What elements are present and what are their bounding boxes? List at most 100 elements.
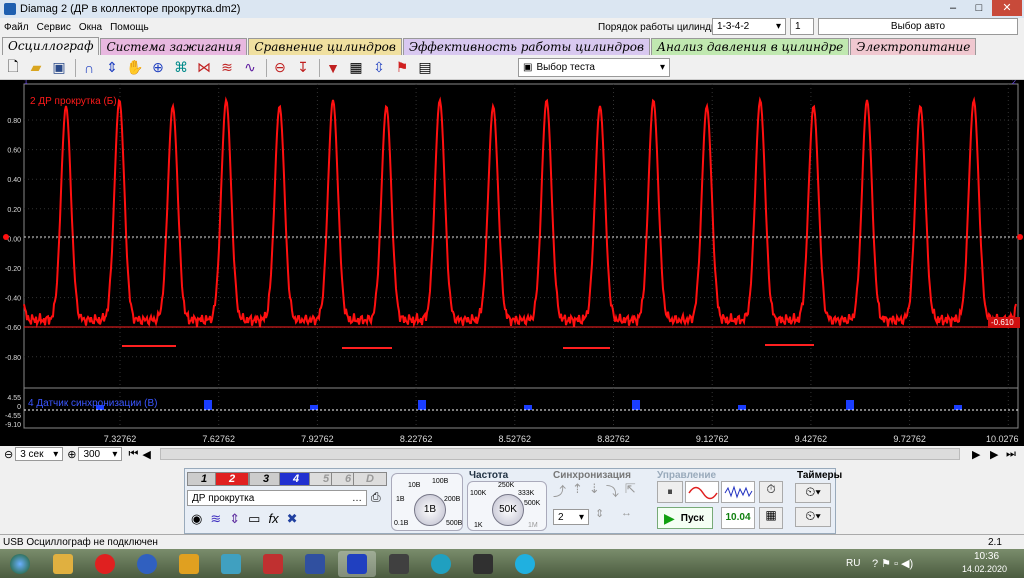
step-up-icon[interactable]: ⇡ [572,481,583,500]
zoom-in-icon[interactable]: ⊕ [67,448,76,461]
sync-pulse [632,400,640,410]
zero-offset-icon[interactable]: ↧ [293,58,313,78]
auto-select-label: Выбор авто [890,21,946,32]
marker-1[interactable]: 1 [24,80,28,86]
channel-3-button[interactable]: 3 [249,472,283,486]
auto-scale-icon[interactable]: ⊖ [270,58,290,78]
split-icon[interactable]: ⇳ [369,58,389,78]
tab-oscilloscope[interactable]: Осциллограф [2,37,100,55]
timer-1-button[interactable]: ⏲▾ [795,483,831,503]
language-indicator[interactable]: RU [846,558,860,569]
step-down-icon[interactable]: ⇣ [589,481,600,500]
timer-2-button[interactable]: ⏲▾ [795,507,831,527]
hand-tool-icon[interactable]: ✋ [125,58,145,78]
taskbar-app[interactable] [128,551,166,577]
pause-button[interactable]: ⏸ [657,481,683,503]
auto-record-button[interactable]: ▦ [759,507,783,529]
channel-name-field[interactable]: ДР прокрутка… [187,490,367,506]
notes-icon[interactable]: ▤ [415,58,435,78]
taskbar-app[interactable] [170,551,208,577]
taskbar-app[interactable] [296,551,334,577]
signal-filter-icon[interactable]: ≋ [217,58,237,78]
flag-icon[interactable]: ⚑ [392,58,412,78]
tab-ignition[interactable]: Система зажигания [100,38,248,55]
left-offset-handle[interactable] [3,234,9,240]
save-icon[interactable]: ▣ [49,58,69,78]
headphones-icon[interactable]: ∩ [79,58,99,78]
tab-pressure-analysis[interactable]: Анализ давления в цилиндре [650,38,850,55]
minimize-button[interactable]: – [940,0,966,16]
sync-cursor-icon[interactable]: ⇱ [625,481,636,500]
noise-mode-button[interactable] [721,481,755,503]
oscilloscope-display[interactable]: 0.80 0.60 0.40 0.20 0.00 -0.20 -0.40 -0.60 -0.80… [0,80,1024,446]
taskbar-app[interactable] [212,551,250,577]
last-page-icon[interactable]: ⏭ [1006,448,1016,461]
tab-power-supply[interactable]: Электропитание [850,38,977,55]
zoom-select[interactable]: 300 ▾ [78,447,123,461]
funnel-icon[interactable]: ▼ [323,58,343,78]
function-icon[interactable]: fx [268,511,278,527]
play-icon[interactable]: ▶ [990,448,998,461]
rising-edge-icon[interactable]: ⤴ [553,481,566,500]
voltage-knob[interactable]: 1В [414,494,446,526]
tray-icons[interactable]: ? ⚑ ▫ ◀) [872,557,913,570]
channel-4-button[interactable]: 4 [279,472,313,486]
zoom-icon[interactable]: ⊕ [148,58,168,78]
x-tick-label: 7.62762 [202,434,235,444]
filter-icon[interactable]: ⌘ [171,58,191,78]
next-page-icon[interactable]: ▶ [972,448,980,461]
menu-windows[interactable]: Окна [79,22,102,33]
first-page-icon[interactable]: ⏮ [128,448,138,461]
zoom-out-icon[interactable]: ⊖ [4,448,13,461]
freq-label: 250K [498,482,515,489]
frequency-knob[interactable]: 50K [492,494,524,526]
sync-channel-select[interactable]: 2 ▾ [553,509,589,525]
tab-cylinder-efficiency[interactable]: Эффективность работы цилиндров [402,38,650,55]
cylinder-order-select[interactable]: 1-3-4-2 ▾ [712,18,786,35]
start-menu-button[interactable] [0,551,40,577]
taskbar-app[interactable] [254,551,292,577]
vertical-move-icon[interactable]: ⇕ [229,511,240,527]
cylinder-number-select[interactable]: 1 [790,18,814,35]
sine-mode-button[interactable] [685,481,719,503]
sync-pos-icon[interactable]: ↔ [621,507,632,519]
cursor-tool-icon[interactable]: ⇕ [102,58,122,78]
auto-select-field[interactable]: Выбор авто [818,18,1018,35]
test-select[interactable]: ▣ Выбор теста ▾ [518,58,670,77]
line-icon[interactable]: ▭ [248,511,260,527]
maximize-button[interactable]: □ [966,0,992,16]
taskbar-app[interactable] [422,551,460,577]
prev-page-icon[interactable]: ◀ [142,448,150,461]
time-scale-select[interactable]: 3 сек ▾ [15,447,64,461]
marker-2[interactable]: 2 [1012,80,1016,86]
taskbar-explorer[interactable] [44,551,82,577]
grid-icon[interactable]: ▦ [346,58,366,78]
eye-icon[interactable]: ◉ [191,511,202,527]
printer-icon[interactable]: ⎙ [371,490,381,505]
close-button[interactable]: ✕ [992,0,1022,16]
falling-edge-icon[interactable]: ⤵ [606,481,619,500]
menu-file[interactable]: Файл [4,22,29,33]
start-button[interactable]: ▶ Пуск [657,507,713,529]
channel-2-button[interactable]: 2 [215,472,249,486]
taskbar-app[interactable] [464,551,502,577]
taskbar-app[interactable] [380,551,418,577]
tab-cylinder-compare[interactable]: Сравнение цилиндров [248,38,402,55]
right-offset-handle[interactable] [1017,234,1023,240]
new-file-icon[interactable]: 🗋 [3,58,23,78]
freq-label: 333K [518,490,535,497]
auto-timer-button[interactable]: ⏱ [759,481,783,503]
signal-invert-icon[interactable]: ⋈ [194,58,214,78]
channel-d-button[interactable]: D [353,472,387,486]
open-folder-icon[interactable]: ▰ [26,58,46,78]
wave-filter-icon[interactable]: ≋ [210,511,221,527]
menu-help[interactable]: Помощь [110,22,149,33]
signal-wave-icon[interactable]: ∿ [240,58,260,78]
time-scrollbar[interactable] [160,448,960,460]
taskbar-opera[interactable] [86,551,124,577]
tools-icon[interactable]: ✖ [287,511,298,527]
sync-level-icon[interactable]: ⇕ [595,507,604,520]
taskbar-app[interactable] [506,551,544,577]
taskbar-diamag[interactable] [338,550,376,577]
menu-service[interactable]: Сервис [37,22,71,33]
